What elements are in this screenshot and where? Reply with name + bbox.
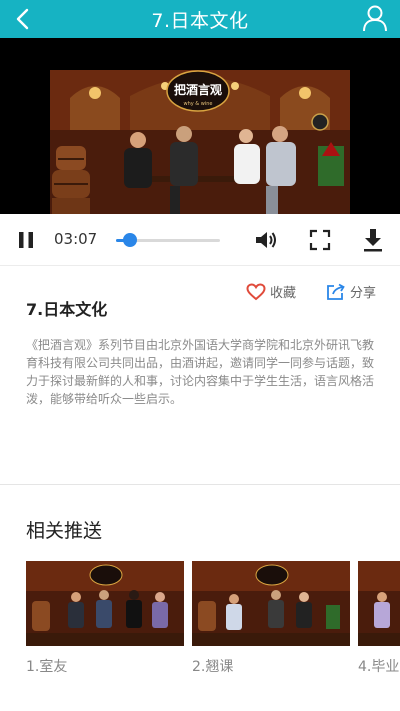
playback-time: 03:07	[54, 230, 98, 248]
progress-thumb[interactable]	[123, 233, 137, 247]
show-logo-subtext: why & wine	[183, 101, 212, 107]
user-profile-icon[interactable]	[362, 4, 388, 32]
related-thumbnail	[358, 561, 400, 646]
page-title: 7.日本文化	[151, 9, 249, 32]
section-divider	[0, 484, 400, 485]
episode-description: 《把酒言观》系列节目由北京外国语大学商学院和北京外研讯飞教育科技有限公司共同出品…	[26, 338, 375, 406]
related-item[interactable]: 1.室友	[26, 561, 184, 676]
related-thumbnail	[26, 561, 184, 646]
favorite-button[interactable]: 收藏	[246, 282, 296, 301]
related-item[interactable]: 2.翘课	[192, 561, 350, 676]
heart-icon	[246, 282, 266, 300]
favorite-label: 收藏	[270, 286, 297, 301]
pause-icon[interactable]	[16, 230, 36, 250]
video-player[interactable]: 把酒言观 why & wine	[0, 38, 400, 214]
download-icon[interactable]	[361, 227, 385, 253]
related-section-title: 相关推送	[26, 520, 103, 542]
player-controls: 03:07	[0, 214, 400, 266]
related-item-label: 1.室友	[26, 659, 68, 675]
app-root: 7.日本文化 把酒言观 why & wine 03:07 7.日本文化 收藏 分…	[0, 0, 400, 711]
show-logo-text: 把酒言观	[174, 82, 222, 97]
related-item[interactable]: 4.毕业	[358, 561, 400, 676]
related-list: 1.室友 2.翘课 4.毕业	[26, 561, 400, 691]
top-bar: 7.日本文化	[0, 0, 400, 38]
related-item-label: 2.翘课	[192, 659, 234, 675]
episode-title: 7.日本文化	[26, 300, 108, 319]
related-thumbnail	[192, 561, 350, 646]
share-icon	[327, 283, 345, 300]
related-item-label: 4.毕业	[358, 659, 400, 675]
fullscreen-icon[interactable]	[309, 229, 331, 251]
volume-icon[interactable]	[254, 229, 278, 251]
back-arrow-icon[interactable]	[8, 4, 38, 34]
share-button[interactable]: 分享	[326, 282, 376, 301]
share-label: 分享	[350, 286, 377, 301]
video-frame: 把酒言观 why & wine	[0, 38, 400, 214]
